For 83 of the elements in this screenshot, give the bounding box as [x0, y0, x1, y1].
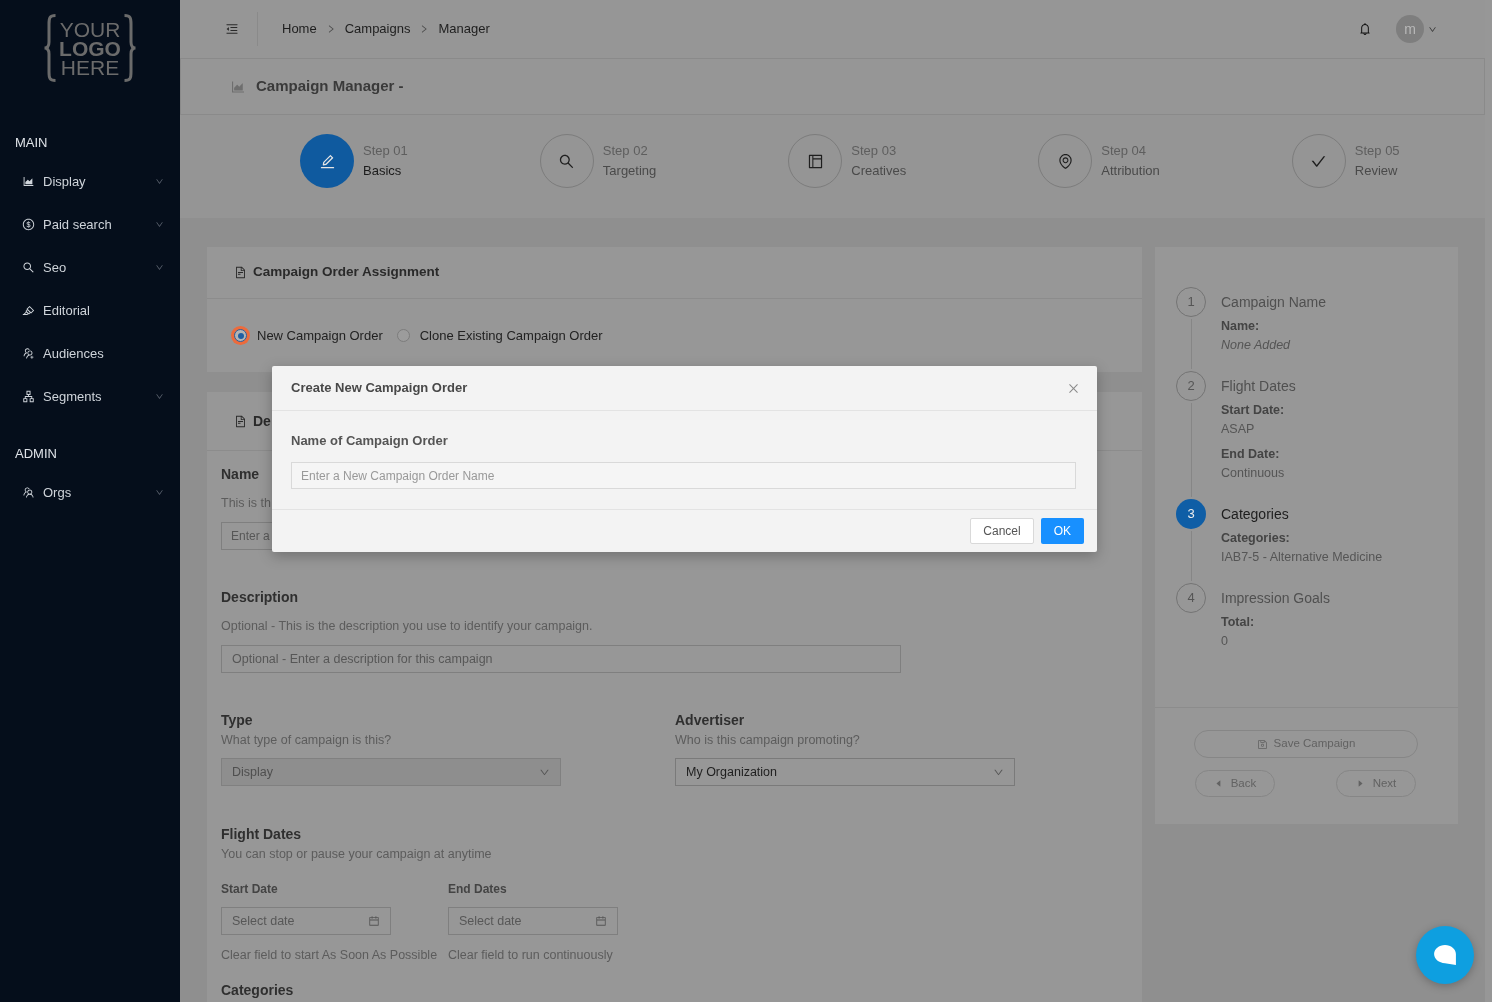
highlighter-icon: [22, 304, 35, 317]
search-icon: [22, 261, 35, 274]
step-title: Targeting: [602, 162, 657, 180]
step-title: Creatives: [851, 162, 907, 180]
chevron-down-icon: [155, 488, 164, 497]
bell-icon[interactable]: [1358, 22, 1372, 36]
date-label: End Dates: [448, 881, 507, 897]
document-icon: [234, 414, 247, 428]
chevron-down-icon: [155, 263, 164, 272]
summary-step-title: Impression Goals: [1221, 589, 1330, 608]
nav-item[interactable]: Editorial: [0, 289, 180, 332]
breadcrumb-link[interactable]: Campaigns: [344, 19, 411, 39]
cancel-button[interactable]: Cancel: [970, 518, 1034, 544]
card-title: Campaign Order Assignment: [253, 263, 440, 282]
summary-label: Start Date:: [1221, 402, 1285, 419]
field-label: Name: [221, 465, 260, 484]
area-chart-icon: [22, 175, 35, 188]
nav-item[interactable]: Paid search: [0, 203, 180, 246]
summary-step-title: Flight Dates: [1221, 377, 1296, 396]
chevron-down-icon: [155, 392, 164, 401]
user-group-icon: [22, 347, 35, 360]
field-label: Categories: [221, 981, 294, 1000]
logo-text: YOUR LOGO HERE: [59, 19, 121, 77]
ok-button[interactable]: OK: [1040, 518, 1084, 544]
field-label: Advertiser: [675, 711, 745, 730]
field-label: Name of Campaign Order: [291, 432, 448, 450]
select-field[interactable]: My Organization: [675, 758, 1015, 786]
save-icon: [1256, 738, 1268, 750]
field-hint: Clear field to run continuously: [448, 947, 613, 964]
speech-bubble-icon: [1434, 945, 1456, 965]
left-brace-icon: [43, 14, 58, 82]
modal-title: Create New Campaign Order: [291, 379, 468, 398]
field-label: Description: [221, 588, 298, 607]
summary-step-title: Campaign Name: [1221, 293, 1327, 312]
field-hint: This is th: [221, 495, 271, 512]
summary-label: Name:: [1221, 318, 1260, 335]
summary-value: ASAP: [1221, 421, 1255, 438]
radio-label[interactable]: Clone Existing Campaign Order: [419, 325, 603, 346]
radio-label[interactable]: New Campaign Order: [257, 325, 383, 346]
nav-item[interactable]: Segments: [0, 375, 180, 418]
users-icon: [22, 486, 35, 499]
field-hint: You can stop or pause your campaign at anytime: [221, 846, 492, 863]
field-hint: Optional - This is the description you use to identify your campaign.: [221, 618, 593, 635]
summary-step-title: Categories: [1221, 505, 1289, 524]
chevron-down-icon: [155, 220, 164, 229]
menu-fold-icon[interactable]: [225, 22, 239, 36]
step-title: Review: [1354, 162, 1399, 180]
step-number: 3: [1176, 499, 1206, 529]
summary-value: Continuous: [1221, 465, 1285, 482]
nav-item[interactable]: Seo: [0, 246, 180, 289]
pencil-icon[interactable]: [300, 134, 354, 188]
step-title: Basics: [363, 162, 403, 180]
summary-value: IAB7-5 - Alternative Medicine: [1221, 549, 1383, 566]
field-label: Flight Dates: [221, 825, 302, 844]
card-title: De: [253, 411, 271, 431]
input-field[interactable]: Optional - Enter a description for this campaign: [221, 645, 901, 673]
summary-value: 0: [1221, 633, 1228, 650]
nav-item[interactable]: Display: [0, 160, 180, 203]
close-icon[interactable]: [1067, 381, 1080, 395]
breadcrumb-link[interactable]: Home: [282, 19, 317, 39]
page-title: Campaign Manager -: [256, 76, 404, 97]
chevron-down-icon[interactable]: [1428, 24, 1437, 34]
date-label: Start Date: [221, 881, 278, 897]
calendar-icon: [368, 915, 380, 927]
field-hint: Clear field to start As Soon As Possible: [221, 947, 438, 964]
hierarchy-icon: [22, 390, 35, 403]
radio-button[interactable]: [396, 329, 410, 342]
step-title: Attribution: [1101, 162, 1160, 180]
radio-button[interactable]: [231, 326, 250, 345]
document-icon: [234, 266, 247, 279]
summary-label: Categories:: [1221, 530, 1290, 547]
summary-label: End Date:: [1221, 446, 1280, 463]
right-brace-icon: [122, 14, 137, 82]
summary-value: None Added: [1221, 337, 1291, 354]
section-heading: MAIN: [14, 134, 48, 152]
nav-item[interactable]: Audiences: [0, 332, 180, 375]
chevron-down-icon: [155, 177, 164, 186]
nav-item[interactable]: Orgs: [0, 471, 180, 514]
section-heading: ADMIN: [14, 445, 57, 463]
breadcrumb-link[interactable]: Manager: [438, 19, 490, 39]
field-label: Type: [221, 711, 253, 730]
calendar-icon: [595, 915, 607, 927]
summary-label: Total:: [1221, 614, 1255, 631]
